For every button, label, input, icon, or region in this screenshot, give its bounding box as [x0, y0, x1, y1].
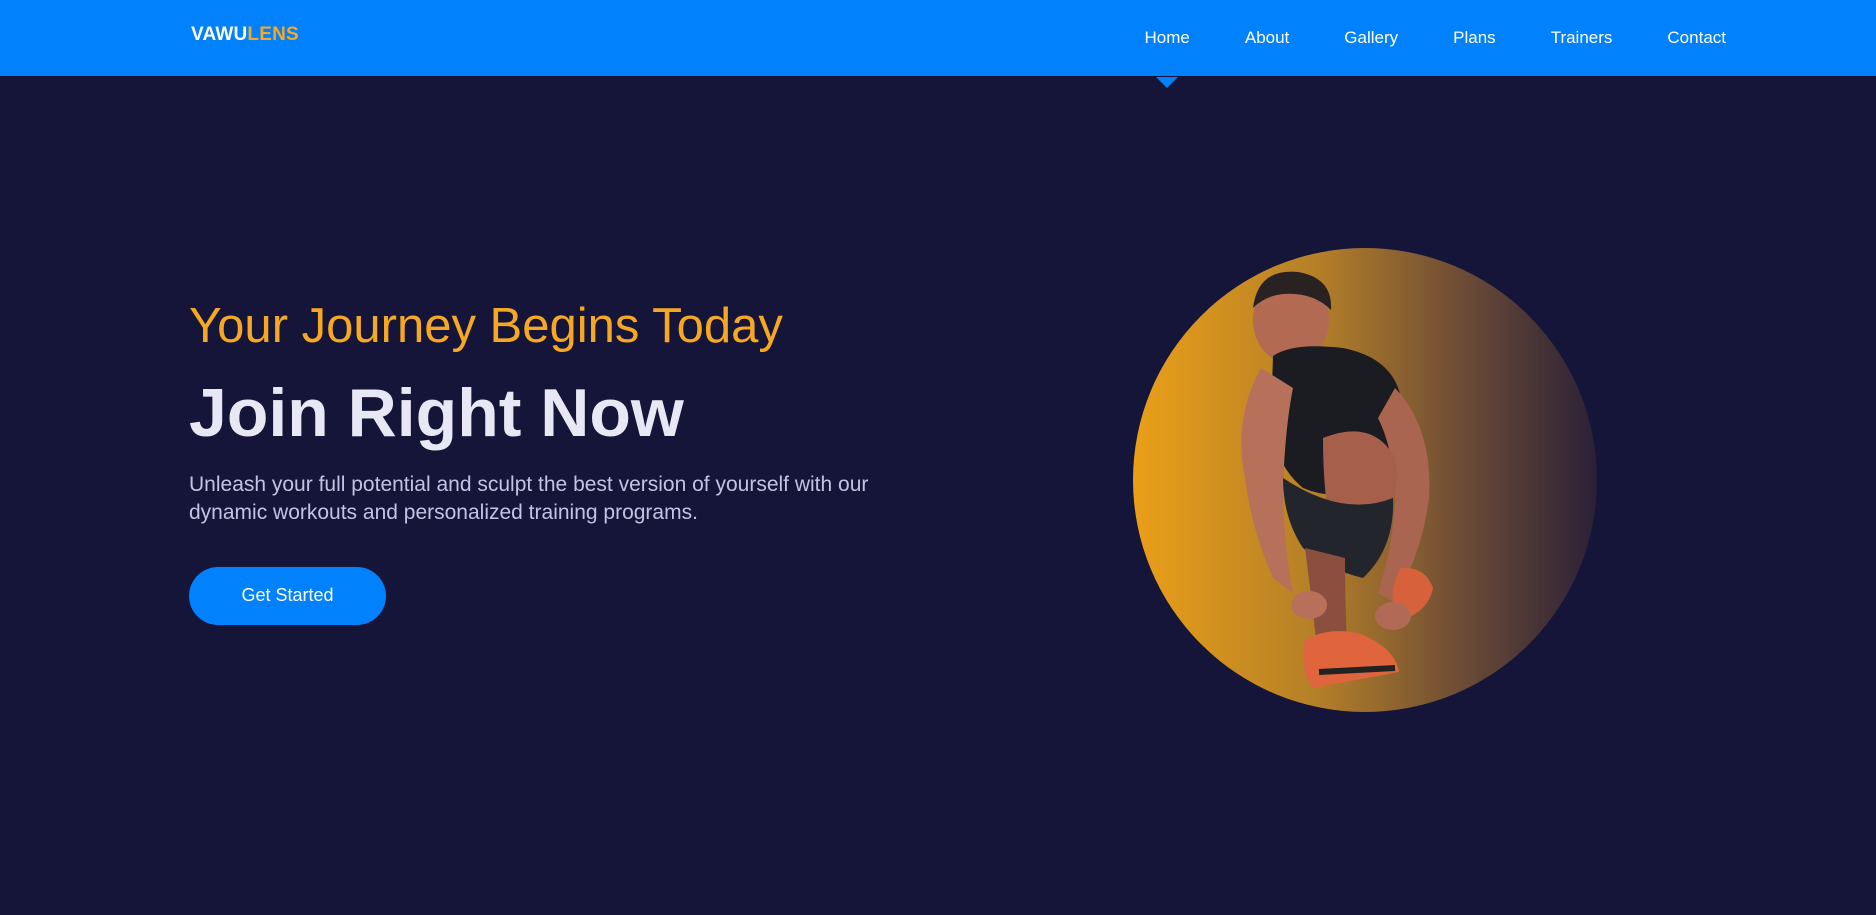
- hero-text-block: Your Journey Begins Today Join Right Now…: [189, 299, 909, 625]
- hero-description: Unleash your full potential and sculpt t…: [189, 472, 869, 524]
- athlete-illustration: [1241, 271, 1433, 688]
- nav-link-plans[interactable]: Plans: [1453, 28, 1496, 48]
- nav-link-contact[interactable]: Contact: [1667, 28, 1726, 48]
- logo[interactable]: VAWULENS: [191, 24, 299, 46]
- hero-athlete-image: [1133, 248, 1597, 712]
- hero-title: Join Right Now: [189, 374, 684, 451]
- nav-link-trainers[interactable]: Trainers: [1551, 28, 1613, 48]
- top-navbar: VAWULENS Home About Gallery Plans Traine…: [0, 0, 1876, 76]
- main-nav: Home About Gallery Plans Trainers Contac…: [1090, 0, 1727, 76]
- get-started-button[interactable]: Get Started: [189, 566, 386, 625]
- hero-subtitle: Your Journey Begins Today: [189, 299, 783, 353]
- nav-link-gallery[interactable]: Gallery: [1344, 28, 1398, 48]
- nav-link-about[interactable]: About: [1245, 28, 1289, 48]
- logo-accent-text: LENS: [247, 24, 299, 45]
- nav-link-home[interactable]: Home: [1145, 28, 1190, 48]
- logo-main-text: VAWU: [191, 24, 248, 45]
